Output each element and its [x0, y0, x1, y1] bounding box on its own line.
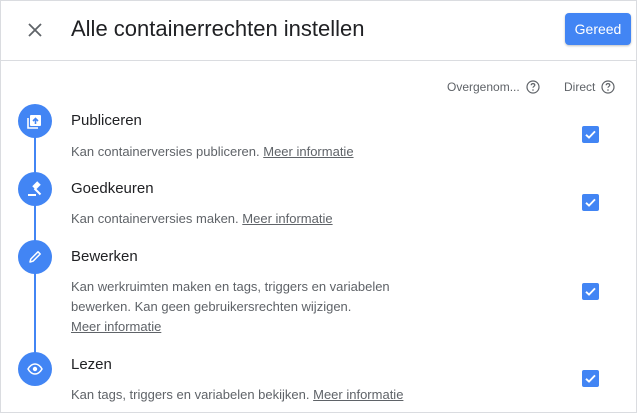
direct-checkbox-edit[interactable]	[582, 283, 599, 300]
learn-more-link[interactable]: Meer informatie	[242, 211, 332, 226]
publish-icon	[27, 115, 41, 129]
permission-description-publish: Kan containerversies publiceren. Meer in…	[71, 142, 431, 162]
permission-description-text: Kan containerversies maken.	[71, 211, 239, 226]
check-icon	[585, 287, 596, 296]
permission-description-text: Kan werkruimten maken en tags, triggers …	[71, 279, 390, 314]
step-marker-read	[18, 352, 52, 386]
direct-checkbox-publish[interactable]	[582, 126, 599, 143]
check-icon	[585, 374, 596, 383]
permission-description-read: Kan tags, triggers en variabelen bekijke…	[71, 385, 431, 405]
direct-checkbox-read[interactable]	[582, 370, 599, 387]
direct-checkbox-approve[interactable]	[582, 194, 599, 211]
check-icon	[585, 198, 596, 207]
permission-title-approve: Goedkeuren	[71, 180, 154, 197]
direct-column-header: Direct	[564, 80, 615, 94]
help-icon[interactable]	[526, 80, 540, 94]
learn-more-link[interactable]: Meer informatie	[313, 387, 403, 402]
step-marker-edit	[18, 240, 52, 274]
permission-description-text: Kan tags, triggers en variabelen bekijke…	[71, 387, 310, 402]
help-icon[interactable]	[601, 80, 615, 94]
step-marker-approve	[18, 172, 52, 206]
permission-description-approve: Kan containerversies maken. Meer informa…	[71, 209, 431, 229]
gavel-icon	[28, 181, 42, 196]
inherited-column-header: Overgenom...	[447, 80, 540, 94]
dialog-header: Alle containerrechten instellen Gereed	[0, 0, 637, 61]
step-marker-publish	[18, 104, 52, 138]
learn-more-link[interactable]: Meer informatie	[263, 144, 353, 159]
check-icon	[585, 130, 596, 139]
dialog-title: Alle containerrechten instellen	[71, 16, 365, 41]
close-button[interactable]	[20, 15, 50, 45]
permission-description-text: Kan containerversies publiceren.	[71, 144, 260, 159]
permission-title-read: Lezen	[71, 356, 112, 373]
close-icon	[28, 23, 42, 37]
direct-column-label: Direct	[564, 80, 596, 94]
done-button[interactable]: Gereed	[565, 13, 631, 45]
permission-title-publish: Publiceren	[71, 112, 142, 129]
permission-title-edit: Bewerken	[71, 248, 138, 265]
inherited-column-label: Overgenom...	[447, 80, 520, 94]
permission-description-edit: Kan werkruimten maken en tags, triggers …	[71, 277, 431, 337]
dialog-frame	[0, 0, 637, 413]
eye-icon	[27, 363, 43, 375]
pencil-icon	[29, 251, 41, 263]
learn-more-link[interactable]: Meer informatie	[71, 319, 161, 334]
